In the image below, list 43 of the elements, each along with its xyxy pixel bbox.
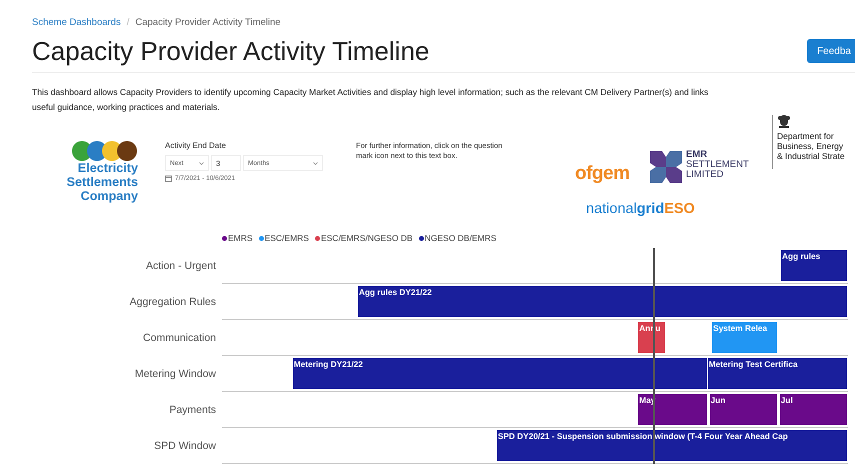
ofgem-logo: ofgem — [575, 163, 630, 185]
bar-label: Agg rules DY21/22 — [358, 287, 432, 297]
legend-label: ESC/EMRS/NGESO DB — [320, 233, 413, 243]
esc-logo-text: Electricity Settlements Company — [66, 161, 138, 203]
emr-logo-text: EMR SETTLEMENT LIMITED — [686, 150, 749, 180]
timeline-bar[interactable]: Agg rules — [781, 250, 848, 281]
timeline-bar[interactable]: SPD DY20/21 - Suspension submission window (T-4 Four Year Ahead Cap — [496, 430, 848, 461]
cross-icon — [650, 151, 682, 183]
timeline-bar[interactable]: Metering Test Certifica — [708, 358, 848, 389]
timeline-bar[interactable]: Agg rules DY21/22 — [358, 286, 848, 317]
bar-label: Jul — [780, 395, 793, 405]
crest-icon — [777, 115, 791, 129]
bar-label: Metering Test Certifica — [708, 359, 798, 369]
row-label: Payments — [169, 404, 217, 416]
timeline-bar[interactable]: Metering DY21/22 — [292, 358, 708, 389]
calendar-icon — [165, 175, 172, 182]
row-label: Metering Window — [134, 368, 217, 380]
row-label: Communication — [143, 332, 217, 344]
row-label: Aggregation Rules — [130, 296, 217, 308]
national-grid-logo: nationalgridESO — [586, 201, 695, 217]
page-title: Capacity Provider Activity Timeline — [32, 36, 430, 66]
breadcrumb-separator: / — [126, 16, 130, 28]
timeline-bar[interactable]: Jun — [710, 394, 778, 425]
row-label: SPD Window — [154, 440, 217, 452]
breadcrumb-link[interactable]: Scheme Dashboards — [32, 16, 121, 28]
row-label: Action - Urgent — [146, 260, 217, 272]
timeline-bar[interactable]: Jul — [780, 394, 848, 425]
feedback-button[interactable]: Feedba — [807, 39, 855, 63]
filter-label: Activity End Date — [165, 141, 227, 150]
department-logo-text: Department for Business, Energy & Industrial Strate — [777, 131, 845, 161]
legend-label: EMRS — [228, 233, 253, 243]
bar-label: System Relea — [713, 323, 768, 333]
description: This dashboard allows Capacity Providers to identify upcoming Capacity Market Activities and display high level information; such as the relevant CM Delivery Partner(s) and links useful guidance, working practices and materials. — [32, 86, 710, 114]
legend-label: ESC/EMRS — [264, 233, 309, 243]
bar-label: Metering DY21/22 — [294, 359, 363, 369]
bar-label: SPD DY20/21 - Suspension submission window (T-4 Four Year Ahead Cap — [498, 431, 788, 441]
legend-label: NGESO DB/EMRS — [424, 233, 496, 243]
caret-icon — [199, 162, 204, 164]
circles-icon — [72, 141, 138, 161]
caret-icon — [313, 162, 318, 164]
bar-label: Jun — [710, 395, 726, 405]
breadcrumb-current: Capacity Provider Activity Timeline — [135, 16, 281, 28]
bar-label: Agg rules — [782, 251, 820, 261]
